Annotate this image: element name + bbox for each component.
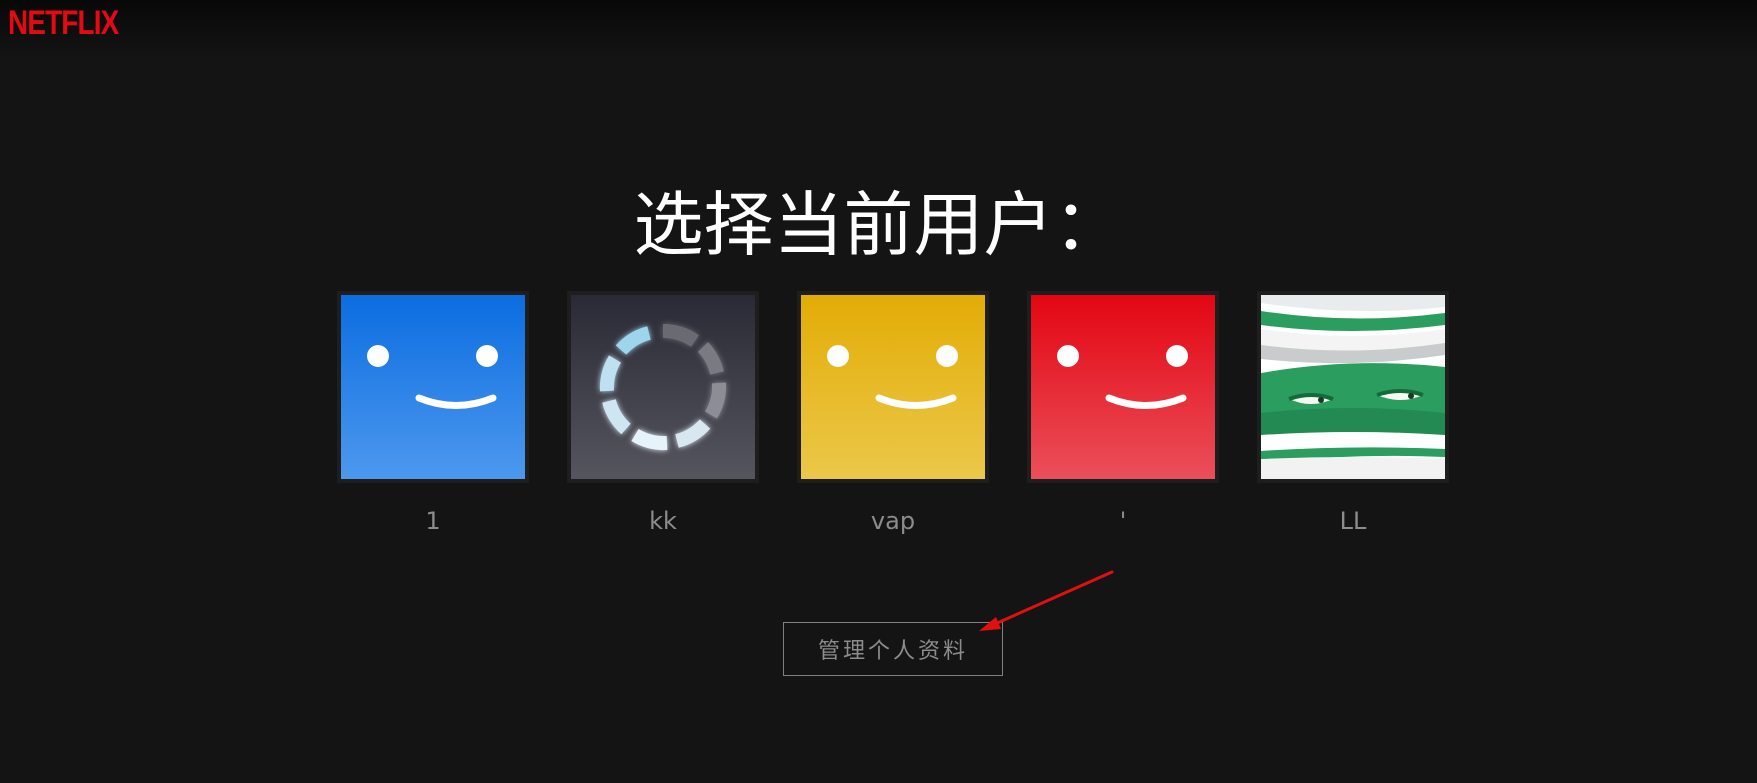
profile-item-kk[interactable]: kk — [567, 291, 759, 535]
profile-name: LL — [1339, 507, 1367, 535]
profile-avatar[interactable] — [797, 291, 989, 483]
profile-name: kk — [649, 507, 677, 535]
smiley-avatar-icon — [341, 295, 525, 479]
profile-list: 1 kk vap ' LL — [337, 291, 1449, 535]
profile-gate-page: NETFLIX 选择当前用户： 1 kk vap ' LL 管理个人资料 — [0, 0, 1757, 783]
loading-spinner-icon — [571, 295, 755, 479]
profile-item-apostrophe[interactable]: ' — [1027, 291, 1219, 535]
page-title: 选择当前用户： — [633, 184, 1124, 266]
profile-name: 1 — [425, 507, 441, 535]
profile-avatar[interactable] — [1027, 291, 1219, 483]
profile-name: ' — [1119, 507, 1127, 535]
profile-item-vap[interactable]: vap — [797, 291, 989, 535]
manage-profiles-button[interactable]: 管理个人资料 — [783, 622, 1003, 676]
smiley-avatar-icon — [801, 295, 985, 479]
profile-item-1[interactable]: 1 — [337, 291, 529, 535]
profile-name: vap — [870, 507, 916, 535]
smiley-avatar-icon — [1031, 295, 1215, 479]
profile-avatar[interactable] — [337, 291, 529, 483]
profile-avatar[interactable] — [1257, 291, 1449, 483]
profile-avatar[interactable] — [567, 291, 759, 483]
netflix-logo[interactable]: NETFLIX — [8, 4, 119, 43]
top-bar: NETFLIX — [0, 0, 1757, 60]
profile-item-ll[interactable]: LL — [1257, 291, 1449, 535]
mummy-avatar-icon — [1261, 295, 1445, 479]
